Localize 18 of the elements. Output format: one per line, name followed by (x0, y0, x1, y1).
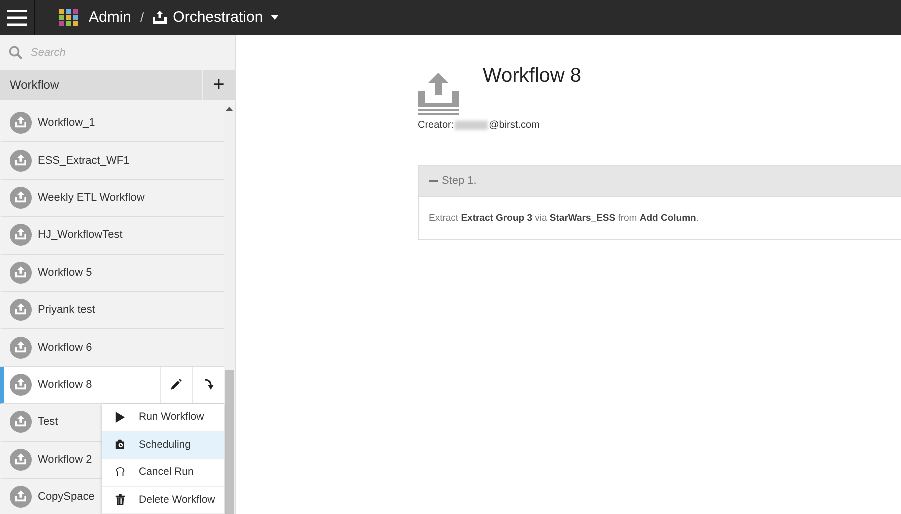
workflow-name: Workflow_1 (38, 117, 96, 130)
workflow-name: ESS_Extract_WF1 (38, 154, 130, 167)
step-description: Extract Extract Group 3 via StarWars_ESS from Add Column. (429, 213, 699, 224)
creator-label: Creator: (418, 120, 454, 131)
creator-email: @birst.com (489, 120, 540, 131)
workflow-name: Workflow 2 (38, 454, 92, 466)
workflow-name: CopySpace (38, 491, 95, 504)
workflow-name: Workflow 6 (38, 342, 92, 354)
workflow-name: Test (38, 416, 58, 428)
workflow-name: Workflow 8 (38, 378, 92, 391)
section-title: Workflow (9, 78, 60, 92)
breadcrumb-separator: / (140, 10, 144, 25)
workflow-name: Priyank test (38, 304, 96, 316)
workflow-name: HJ_WorkflowTest (38, 229, 123, 242)
workflow-name: Workflow 5 (38, 266, 92, 279)
step-title: Step 1. (442, 175, 477, 187)
workflow-name: Weekly ETL Workflow (38, 192, 145, 204)
workflow-title: Workflow 8 (483, 65, 582, 88)
